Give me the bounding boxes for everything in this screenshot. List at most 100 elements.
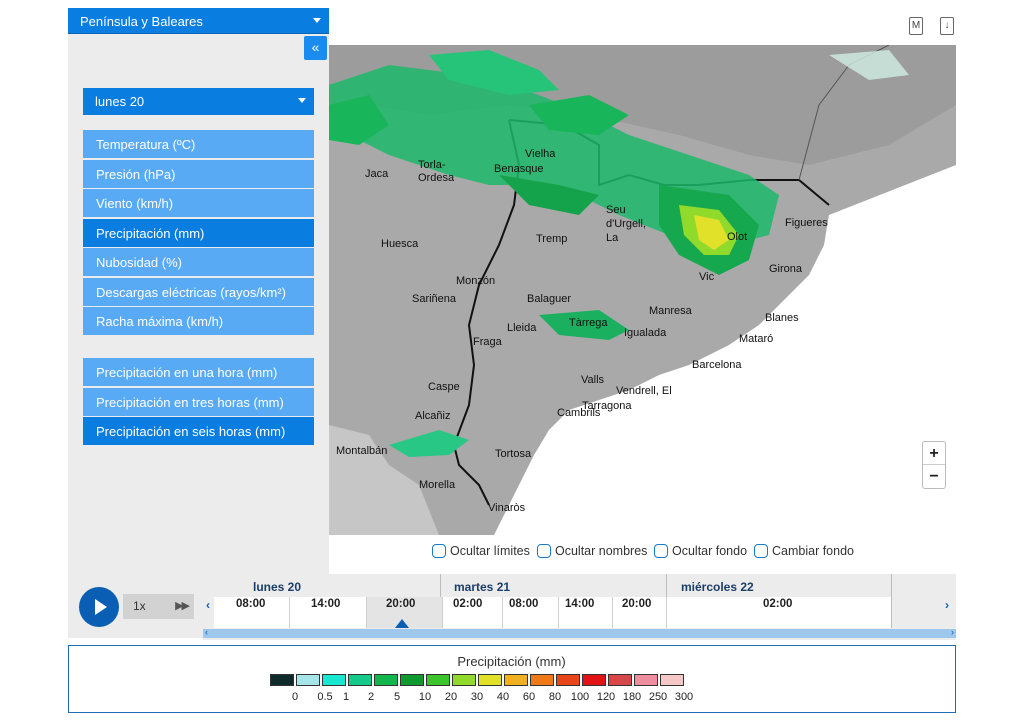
slot-divider [502, 597, 503, 628]
day-select-label: lunes 20 [95, 94, 145, 109]
legend-swatch [400, 674, 424, 686]
play-button[interactable] [79, 587, 119, 627]
city-label: Mataró [739, 333, 774, 345]
legend-value: 2 [367, 691, 375, 703]
city-label: Balaguer [527, 293, 572, 305]
city-label: Sariñena [412, 293, 457, 305]
scroll-left-icon[interactable]: ‹ [205, 627, 208, 637]
menu-item-una-hora[interactable]: Precipitación en una hora (mm) [83, 358, 314, 386]
legend-swatch [374, 674, 398, 686]
city-label: Cambrils [557, 407, 601, 419]
timeline-hour[interactable]: 08:00 [509, 598, 538, 610]
meteogram-icon[interactable]: M [909, 17, 923, 35]
zoom-control: + − [922, 441, 946, 489]
menu-item-racha[interactable]: Racha máxima (km/h) [83, 307, 314, 335]
city-label: Jaca [365, 168, 389, 180]
timeline-hour[interactable]: 08:00 [236, 598, 265, 610]
slot-divider [366, 597, 367, 628]
legend-value: 60 [522, 691, 536, 703]
legend-value: 120 [596, 691, 616, 703]
timeline-hour[interactable]: 02:00 [763, 598, 792, 610]
download-icon[interactable]: ↓ [940, 17, 954, 35]
slot-divider [289, 597, 290, 628]
city-label: Vielha [525, 148, 556, 160]
city-label: Torla-Ordesa [418, 159, 455, 184]
left-panel: Península y Baleares « lunes 20 Temperat… [68, 8, 329, 574]
city-label: Vendrell, El [616, 385, 672, 397]
legend-value: 30 [470, 691, 484, 703]
precipitation-map[interactable]: Jaca Torla-Ordesa Benasque Vielha Huesca… [329, 45, 956, 535]
toggle-ocultar-limites[interactable]: Ocultar límites [432, 544, 530, 558]
timeline-hour[interactable]: 20:00 [386, 598, 415, 610]
menu-item-temperatura[interactable]: Temperatura (ºC) [83, 130, 314, 158]
timeline-scrollbar[interactable]: ‹ › [203, 627, 956, 638]
city-label: Olot [727, 231, 748, 243]
checkbox-icon[interactable] [654, 544, 668, 558]
city-label: Lleida [507, 322, 537, 334]
city-label: Morella [419, 479, 456, 491]
legend-value: 180 [622, 691, 642, 703]
region-select[interactable]: Península y Baleares [68, 8, 329, 34]
legend-swatch [452, 674, 476, 686]
timeline-prev-icon[interactable]: ‹ [206, 598, 210, 612]
checkbox-icon[interactable] [537, 544, 551, 558]
legend-value: 1 [342, 691, 350, 703]
timeline-next-icon[interactable]: › [945, 598, 949, 612]
timeline-day: miércoles 22 [681, 580, 754, 594]
speed-selector[interactable]: 1x ▶▶ [123, 594, 194, 619]
city-label: Girona [769, 263, 803, 275]
scroll-right-icon[interactable]: › [951, 627, 954, 637]
collapse-panel-button[interactable]: « [304, 36, 327, 60]
legend-swatch [504, 674, 528, 686]
menu-item-nubosidad[interactable]: Nubosidad (%) [83, 248, 314, 276]
city-label: Huesca [381, 238, 419, 250]
city-label: Caspe [428, 381, 460, 393]
play-icon [95, 599, 107, 615]
speed-label: 1x [133, 599, 146, 613]
city-label: Blanes [765, 312, 799, 324]
timeline-hour[interactable]: 14:00 [311, 598, 340, 610]
legend-value: 250 [648, 691, 668, 703]
zoom-in-button[interactable]: + [923, 442, 945, 465]
checkbox-icon[interactable] [432, 544, 446, 558]
checkbox-icon[interactable] [754, 544, 768, 558]
toggle-ocultar-fondo[interactable]: Ocultar fondo [654, 544, 747, 558]
menu-item-viento[interactable]: Viento (km/h) [83, 189, 314, 217]
precipitation-legend: Precipitación (mm) 0 0.5 1 2 5 10 20 30 40 60 80 10… [68, 645, 956, 713]
timeline-hour[interactable]: 02:00 [453, 598, 482, 610]
current-time-marker-icon [395, 619, 409, 628]
city-label: Alcañiz [415, 410, 451, 422]
legend-swatch [556, 674, 580, 686]
legend-value: 0 [291, 691, 299, 703]
menu-item-precipitacion[interactable]: Precipitación (mm) [83, 218, 314, 247]
menu-item-presion[interactable]: Presión (hPa) [83, 159, 314, 188]
city-label: Valls [581, 374, 605, 386]
zoom-out-button[interactable]: − [923, 465, 945, 488]
chevron-down-icon [298, 98, 306, 103]
day-divider [891, 574, 892, 628]
slot-divider [442, 597, 443, 628]
legend-value: 300 [674, 691, 694, 703]
city-label: Vinaròs [488, 502, 526, 514]
timeline-hour[interactable]: 20:00 [622, 598, 651, 610]
timeline-hour[interactable]: 14:00 [565, 598, 594, 610]
legend-swatch [608, 674, 632, 686]
menu-item-seis-horas[interactable]: Precipitación en seis horas (mm) [83, 417, 314, 445]
fast-forward-icon[interactable]: ▶▶ [175, 599, 190, 612]
legend-swatch [530, 674, 554, 686]
slot-divider [558, 597, 559, 628]
timeline-day: martes 21 [454, 580, 511, 594]
city-label: Montalbán [336, 445, 388, 457]
menu-item-descargas[interactable]: Descargas eléctricas (rayos/km²) [83, 277, 314, 306]
city-label: Barcelona [692, 359, 742, 371]
toggle-ocultar-nombres[interactable]: Ocultar nombres [537, 544, 647, 558]
toggle-cambiar-fondo[interactable]: Cambiar fondo [754, 544, 854, 558]
legend-value: 10 [418, 691, 432, 703]
legend-swatch [426, 674, 450, 686]
day-select[interactable]: lunes 20 [83, 88, 314, 115]
menu-item-tres-horas[interactable]: Precipitación en tres horas (mm) [83, 387, 314, 416]
map-layer [329, 45, 956, 535]
city-label: Monzón [456, 275, 496, 287]
legend-swatch [582, 674, 606, 686]
city-label: Seu d'Urgell, La [606, 204, 647, 244]
